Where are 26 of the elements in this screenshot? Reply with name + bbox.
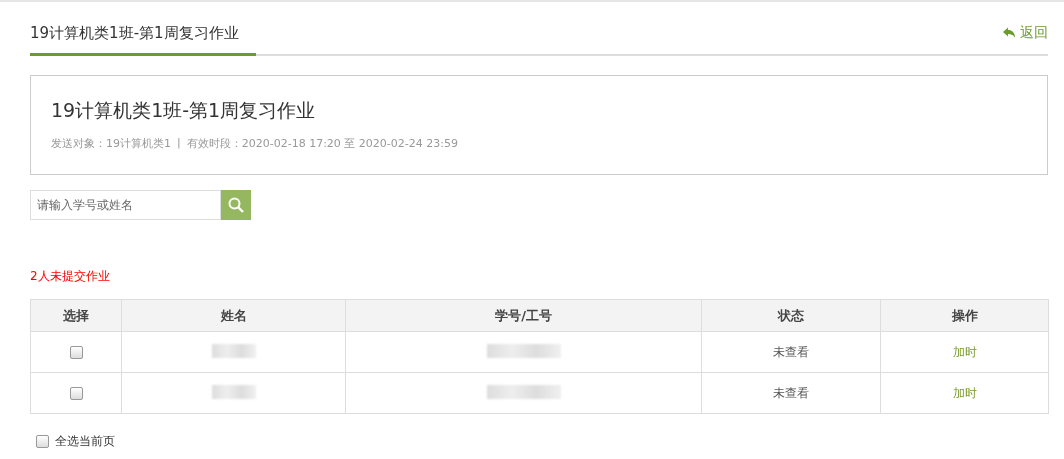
column-header: 操作 (880, 299, 1049, 332)
status-text: 未查看 (773, 344, 809, 359)
back-link[interactable]: 返回 (1002, 24, 1048, 54)
page-tab[interactable]: 19计算机类1班-第1周复习作业 (30, 24, 256, 56)
separator: | (177, 136, 181, 151)
status-text: 未查看 (773, 385, 809, 400)
column-header: 状态 (701, 299, 881, 332)
recipients-text: 发送对象：19计算机类1 (51, 136, 171, 151)
search-button[interactable] (221, 190, 251, 220)
select-all-label[interactable]: 全选当前页 (55, 433, 115, 450)
notice-text: 2人未提交作业 (30, 268, 111, 285)
assignment-title: 19计算机类1班-第1周复习作业 (51, 98, 317, 123)
row-checkbox[interactable] (69, 346, 83, 359)
column-header: 选择 (30, 299, 122, 332)
row-checkbox[interactable] (69, 387, 83, 400)
add-time-link[interactable]: 加时 (952, 385, 977, 400)
period-text: 有效时段：2020-02-18 17:20 至 2020-02-24 23:59 (186, 136, 458, 151)
back-arrow-icon (1002, 26, 1016, 40)
redacted-name (211, 384, 256, 399)
select-all-checkbox[interactable] (36, 435, 49, 448)
redacted-name (211, 343, 256, 358)
search-icon (228, 197, 244, 213)
column-header: 学号/工号 (345, 299, 702, 332)
column-header: 姓名 (121, 299, 346, 332)
add-time-link[interactable]: 加时 (952, 344, 977, 359)
search-field[interactable]: 请输入学号或姓名 (30, 190, 221, 220)
